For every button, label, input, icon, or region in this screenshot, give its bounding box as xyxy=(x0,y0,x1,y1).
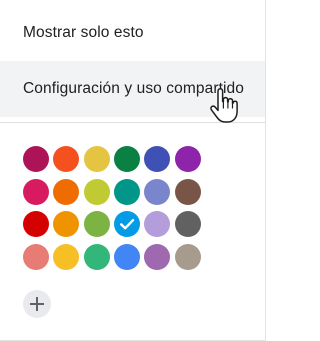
color-swatch[interactable] xyxy=(53,178,80,205)
color-swatch[interactable] xyxy=(23,244,49,271)
color-swatch[interactable] xyxy=(53,211,80,238)
color-swatch[interactable] xyxy=(144,178,171,205)
color-swatch[interactable] xyxy=(83,178,110,205)
color-swatch[interactable] xyxy=(174,211,201,238)
color-swatch[interactable] xyxy=(23,146,49,172)
color-swatch[interactable] xyxy=(113,244,140,271)
color-swatch[interactable] xyxy=(113,178,140,205)
menu-divider xyxy=(0,122,265,123)
color-swatch[interactable] xyxy=(83,146,110,172)
color-swatch[interactable] xyxy=(53,146,80,172)
show-only-this-label: Mostrar solo esto xyxy=(23,24,144,41)
color-swatch[interactable] xyxy=(23,211,49,238)
color-swatch[interactable] xyxy=(174,244,201,271)
color-swatch[interactable] xyxy=(53,244,80,271)
color-swatch[interactable] xyxy=(83,244,110,271)
color-swatch-selected[interactable] xyxy=(113,211,140,238)
add-custom-color-button[interactable] xyxy=(23,290,51,318)
color-swatch[interactable] xyxy=(23,178,49,205)
settings-and-sharing-menu-item[interactable]: Configuración y uso compartido xyxy=(0,61,265,117)
color-swatch[interactable] xyxy=(174,146,201,172)
color-swatch[interactable] xyxy=(174,178,201,205)
color-swatch[interactable] xyxy=(144,244,171,271)
settings-and-sharing-label: Configuración y uso compartido xyxy=(23,80,244,97)
color-swatch[interactable] xyxy=(144,211,171,238)
color-swatch[interactable] xyxy=(113,146,140,172)
calendar-options-menu: Mostrar solo esto Configuración y uso co… xyxy=(0,0,266,341)
show-only-this-menu-item[interactable]: Mostrar solo esto xyxy=(0,5,265,61)
check-icon xyxy=(119,219,135,230)
color-swatch[interactable] xyxy=(144,146,171,172)
color-swatch[interactable] xyxy=(83,211,110,238)
plus-icon xyxy=(30,297,44,311)
